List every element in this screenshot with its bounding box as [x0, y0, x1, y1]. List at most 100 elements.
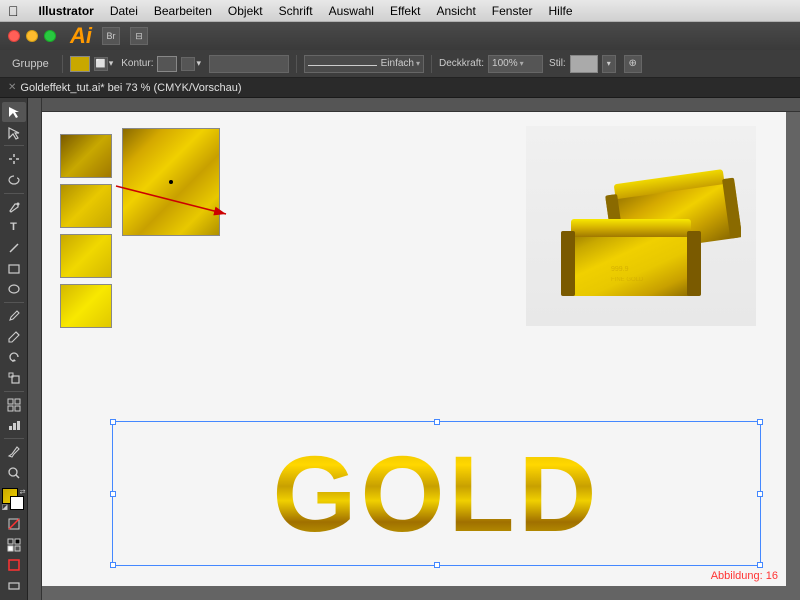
opacity-chevron[interactable]: ▾ [520, 59, 524, 68]
handle-tl [110, 419, 116, 425]
magic-wand-tool[interactable] [2, 149, 26, 169]
handle-tm [434, 419, 440, 425]
change-screen-mode[interactable] [2, 576, 26, 596]
stil-chevron-btn[interactable]: ▾ [602, 55, 616, 73]
extra-options-btn[interactable]: ⊕ [624, 55, 642, 73]
tab-bar: ✕ Goldeffekt_tut.ai* bei 73 % (CMYK/Vors… [0, 78, 800, 98]
svg-text:999.9: 999.9 [611, 266, 629, 273]
tool-sep-2 [4, 193, 24, 194]
menu-bearbeiten[interactable]: Bearbeiten [154, 4, 212, 18]
menu-effekt[interactable]: Effekt [390, 4, 420, 18]
background-color[interactable] [10, 496, 24, 510]
layout-icon: ⊟ [130, 27, 148, 45]
stroke-type-icon[interactable] [181, 57, 195, 71]
handle-tr [757, 419, 763, 425]
tool-sep-1 [4, 145, 24, 146]
stroke-width-field[interactable] [209, 55, 289, 73]
ruler-left [28, 98, 42, 600]
handle-bm [434, 562, 440, 568]
line-tool[interactable] [2, 238, 26, 258]
gold-text-selection[interactable]: GOLD [112, 421, 761, 566]
tool-sep-3 [4, 302, 24, 303]
maximize-button[interactable] [44, 30, 56, 42]
menu-datei[interactable]: Datei [110, 4, 138, 18]
stroke-type-label: Einfach [381, 58, 414, 69]
lasso-tool[interactable] [2, 170, 26, 190]
gold-bars-svg: 999.9 FINE GOLD [541, 146, 741, 306]
ruler-top [42, 98, 800, 112]
group-label: Gruppe [6, 58, 55, 70]
handle-br [757, 562, 763, 568]
artboard-icon[interactable] [2, 555, 26, 575]
stroke-color-box[interactable] [157, 56, 177, 72]
graph-tool[interactable] [2, 416, 26, 436]
menu-bar:  Illustrator Datei Bearbeiten Objekt Sc… [0, 0, 800, 22]
select-tool[interactable] [2, 102, 26, 122]
br-icon: Br [102, 27, 120, 45]
fill-type-icon[interactable]: ⬜ [94, 57, 108, 71]
opacity-value: 100% [492, 58, 518, 69]
pencil-tool[interactable] [2, 327, 26, 347]
large-gold-rectangle[interactable] [122, 128, 220, 236]
handle-bl [110, 562, 116, 568]
minimize-button[interactable] [26, 30, 38, 42]
menu-fenster[interactable]: Fenster [492, 4, 533, 18]
main-area: T [0, 98, 800, 600]
close-tab-button[interactable]: ✕ [4, 82, 20, 93]
canvas-content: 999.9 FINE GOLD [42, 112, 786, 586]
abbildung-label: Abbildung: 16 [711, 570, 778, 582]
swatch-bright-gold[interactable] [60, 284, 112, 328]
apple-menu[interactable]:  [8, 3, 19, 19]
menu-schrift[interactable]: Schrift [279, 4, 313, 18]
canvas-area: 999.9 FINE GOLD [28, 98, 800, 600]
menu-auswahl[interactable]: Auswahl [329, 4, 374, 18]
pen-tool[interactable] [2, 197, 26, 217]
swatch-light-gold[interactable] [60, 234, 112, 278]
scale-tool[interactable] [2, 368, 26, 388]
opacity-input[interactable]: 100% ▾ [488, 55, 543, 73]
svg-text:FINE GOLD: FINE GOLD [611, 277, 644, 283]
rotate-tool[interactable] [2, 348, 26, 368]
type-tool[interactable]: T [2, 217, 26, 237]
toolbar: Gruppe ⬜ ▾ Kontur: ▾ Einfach ▾ Deckkraft… [0, 50, 800, 78]
tool-sep-4 [4, 391, 24, 392]
handle-mr [757, 491, 763, 497]
symbol-tool[interactable] [2, 395, 26, 415]
stil-label: Stil: [549, 58, 566, 69]
menu-hilfe[interactable]: Hilfe [548, 4, 572, 18]
title-bar: Ai Br ⊟ [0, 22, 800, 50]
default-colors-icon[interactable]: ◪ [2, 503, 9, 511]
handle-ml [110, 491, 116, 497]
stroke-dropdown-arrow[interactable]: ▾ [196, 58, 201, 69]
gold-text: GOLD [113, 422, 760, 565]
center-point-indicator [169, 180, 173, 184]
swatch-dark-gold[interactable] [60, 134, 112, 178]
fill-color-box[interactable] [70, 56, 90, 72]
fill-dropdown-arrow[interactable]: ▾ [109, 58, 114, 69]
tool-sep-5 [4, 438, 24, 439]
rect-tool[interactable] [2, 259, 26, 279]
menu-ansicht[interactable]: Ansicht [436, 4, 475, 18]
paintbrush-tool[interactable] [2, 306, 26, 326]
color-area: ⇄ ◪ [2, 488, 26, 511]
eyedropper-tool[interactable] [2, 442, 26, 462]
ellipse-tool[interactable] [2, 280, 26, 300]
stroke-chevron[interactable]: ▾ [416, 59, 420, 68]
stil-preview[interactable] [570, 55, 598, 73]
swatch-mid-gold[interactable] [60, 184, 112, 228]
toolbar-sep-1 [62, 55, 63, 73]
app-name-menu[interactable]: Illustrator [39, 4, 94, 18]
tab-title: Goldeffekt_tut.ai* bei 73 % (CMYK/Vorsch… [20, 82, 241, 94]
direct-select-tool[interactable] [2, 123, 26, 143]
left-toolbar: T [0, 98, 28, 600]
swap-colors-icon[interactable]: ⇄ [20, 488, 26, 496]
screen-mode-icon[interactable] [2, 535, 26, 555]
zoom-tool[interactable] [2, 463, 26, 483]
toolbar-sep-2 [296, 55, 297, 73]
none-fill-icon[interactable] [2, 514, 26, 534]
close-button[interactable] [8, 30, 20, 42]
ai-logo: Ai [70, 25, 92, 47]
kontur-label: Kontur: [121, 58, 153, 69]
menu-objekt[interactable]: Objekt [228, 4, 263, 18]
gold-bars-area: 999.9 FINE GOLD [526, 126, 756, 326]
